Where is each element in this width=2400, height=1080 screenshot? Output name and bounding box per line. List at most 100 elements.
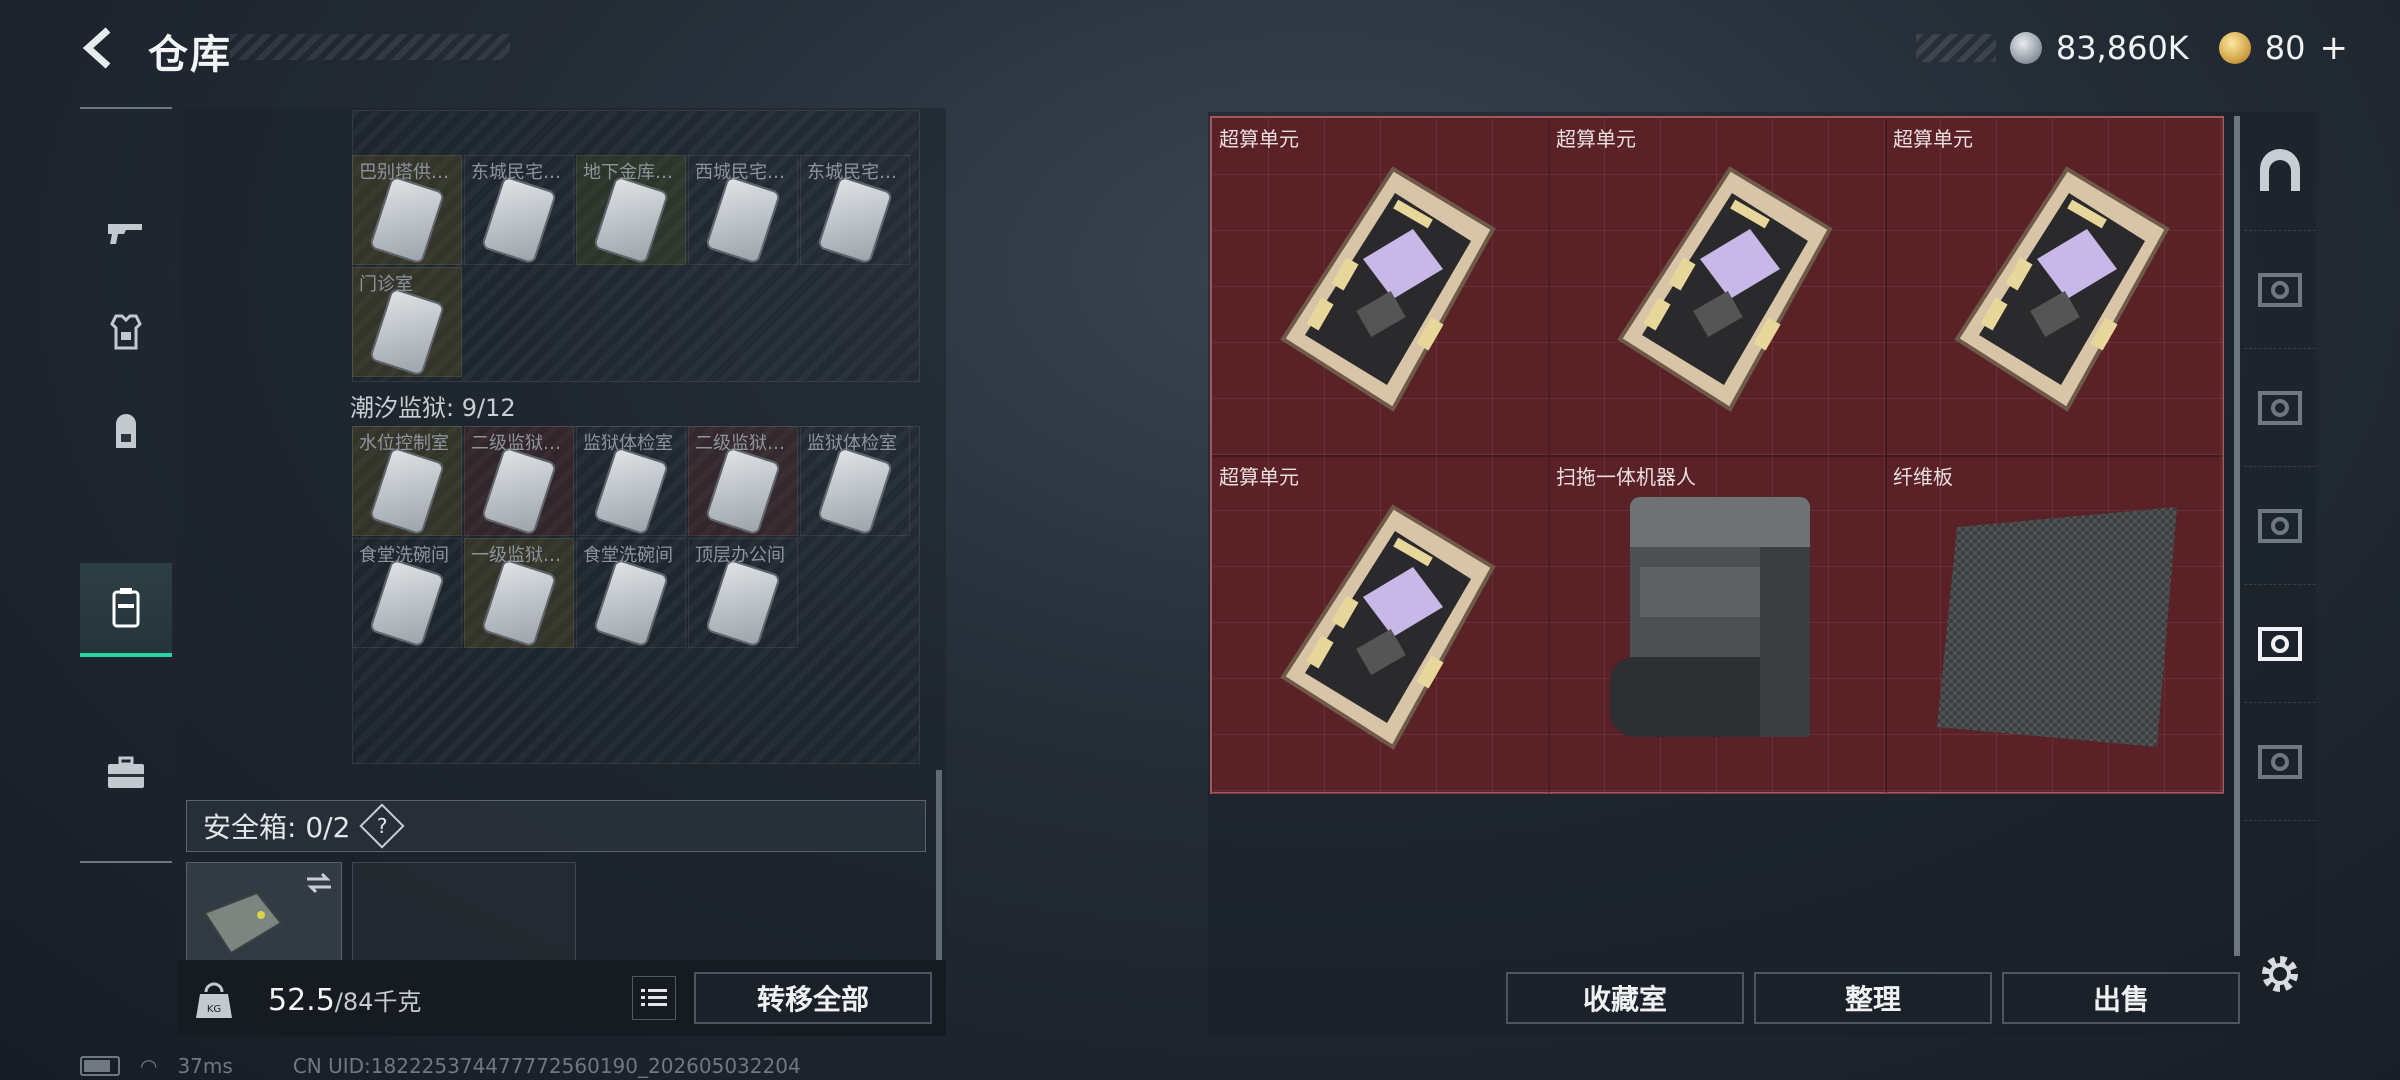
keycard-slot[interactable]: 食堂洗碗间 <box>352 538 462 648</box>
tab-main-container[interactable] <box>2244 112 2316 231</box>
keycard-label: 西城民宅… <box>695 162 785 183</box>
keycard-icon <box>592 558 670 647</box>
keycard-icon <box>704 175 782 264</box>
help-button[interactable]: ? <box>359 803 406 849</box>
armor-vest-icon <box>110 314 142 350</box>
keycard-slot[interactable]: 二级监狱… <box>688 426 798 536</box>
add-currency-button[interactable]: + <box>2320 28 2349 68</box>
silver-amount: 83,860K <box>2055 29 2189 67</box>
keycard-icon <box>816 446 894 535</box>
gear-icon[interactable] <box>2256 950 2304 998</box>
keycard-label: 二级监狱… <box>695 433 785 454</box>
keycard-icon <box>592 175 670 264</box>
weight-icon: KG <box>196 982 232 1018</box>
briefcase-icon <box>108 756 144 788</box>
keycard-label: 一级监狱… <box>471 545 561 566</box>
keycard-label: 水位控制室 <box>359 433 449 454</box>
sort-button[interactable]: 整理 <box>1754 972 1992 1024</box>
keycard-icon <box>368 558 446 647</box>
item-slot[interactable]: 超算单元 <box>1549 118 1886 456</box>
tab-safe-3[interactable] <box>2244 466 2316 585</box>
storage-case-icon <box>112 588 140 628</box>
safe-icon <box>2258 745 2302 779</box>
keycard-group-1: 巴别塔供… 东城民宅… 地下金库… 西城民宅… 东城民宅… 门诊室 <box>352 155 918 380</box>
list-view-button[interactable] <box>632 976 676 1020</box>
item-slot[interactable]: 纤维板 <box>1886 456 2223 794</box>
keycard-icon <box>704 558 782 647</box>
keycard-label: 二级监狱… <box>471 433 561 454</box>
safe-icon <box>2258 627 2302 661</box>
uid: CN UID:182225374477772560190_20260503220… <box>292 1054 801 1078</box>
gold-coin-icon <box>2218 32 2251 64</box>
keycard-slot[interactable]: 食堂洗碗间 <box>576 538 686 648</box>
keycard-icon <box>368 446 446 535</box>
item-slot[interactable]: 扫拖一体机器人 <box>1549 456 1886 794</box>
safe-box-header: 安全箱: 0/2 ? <box>186 800 926 852</box>
secure-case-icon <box>203 891 283 955</box>
gun-icon <box>108 224 142 244</box>
safe-icon <box>2258 509 2302 543</box>
collection-room-button[interactable]: 收藏室 <box>1506 972 1744 1024</box>
tab-safe-1[interactable] <box>2244 230 2316 349</box>
keycard-label: 食堂洗碗间 <box>583 545 673 566</box>
safe-box-slot-1[interactable] <box>186 862 342 972</box>
keycard-slot[interactable]: 东城民宅… <box>464 155 574 265</box>
currency-decoration <box>1915 34 1996 62</box>
right-scrollbar[interactable] <box>2234 116 2240 956</box>
status-bar: ◠ 37ms CN UID:182225374477772560190_2026… <box>80 1054 801 1078</box>
back-arrow-icon[interactable] <box>78 26 122 70</box>
robot-vacuum-icon <box>1610 497 1810 737</box>
keycard-icon <box>480 558 558 647</box>
keycard-slot[interactable]: 二级监狱… <box>464 426 574 536</box>
keycard-slot[interactable]: 一级监狱… <box>464 538 574 648</box>
keycard-icon <box>480 446 558 535</box>
section-label: 潮汐监狱: 9/12 <box>350 394 516 422</box>
item-label: 超算单元 <box>1219 127 1299 151</box>
nav-weapons[interactable] <box>80 187 172 277</box>
item-slot[interactable]: 超算单元 <box>1212 118 1549 456</box>
safe-icon <box>2258 391 2302 425</box>
item-slot[interactable]: 超算单元 <box>1212 456 1549 794</box>
keycard-slot[interactable]: 巴别塔供… <box>352 155 462 265</box>
keycard-slot[interactable]: 门诊室 <box>352 267 462 377</box>
tab-safe-5[interactable] <box>2244 702 2316 821</box>
keycard-label: 东城民宅… <box>807 162 897 183</box>
keycard-icon <box>592 446 670 535</box>
swap-icon[interactable] <box>305 871 333 895</box>
page-title: 仓库 <box>148 32 232 78</box>
keycard-label: 东城民宅… <box>471 162 561 183</box>
keycard-slot[interactable]: 监狱体检室 <box>800 426 910 536</box>
keycard-slot[interactable]: 地下金库… <box>576 155 686 265</box>
keycard-label: 顶层办公间 <box>695 545 785 566</box>
keycard-slot[interactable]: 监狱体检室 <box>576 426 686 536</box>
item-slot[interactable]: 超算单元 <box>1886 118 2223 456</box>
keycard-label: 巴别塔供… <box>359 162 449 183</box>
safe-box-slot-2[interactable] <box>352 862 576 972</box>
safe-icon <box>2258 273 2302 307</box>
keycard-slot[interactable]: 西城民宅… <box>688 155 798 265</box>
nav-toolbox[interactable] <box>80 727 172 817</box>
backpack-icon <box>116 414 136 448</box>
keycard-slot[interactable]: 东城民宅… <box>800 155 910 265</box>
keycard-slot[interactable]: 水位控制室 <box>352 426 462 536</box>
tab-safe-2[interactable] <box>2244 348 2316 467</box>
nav-container[interactable] <box>80 563 172 657</box>
item-label: 纤维板 <box>1893 465 1953 489</box>
tab-safe-4-active[interactable] <box>2244 584 2316 703</box>
nav-armor[interactable] <box>80 287 172 377</box>
circuit-board-icon <box>1954 166 2170 412</box>
weight-current: 52.5 <box>268 983 335 1018</box>
left-nav <box>80 107 172 863</box>
nav-backpack[interactable] <box>80 387 172 477</box>
weight-max: /84千克 <box>334 988 422 1016</box>
left-scrollbar[interactable] <box>936 770 942 960</box>
transfer-all-button[interactable]: 转移全部 <box>694 972 932 1024</box>
sell-button[interactable]: 出售 <box>2002 972 2240 1024</box>
keycard-label: 监狱体检室 <box>583 433 673 454</box>
keycard-label: 地下金库… <box>583 162 673 183</box>
ping: 37ms <box>177 1054 233 1078</box>
safe-box-label: 安全箱: 0/2 <box>203 811 351 844</box>
keycard-slot[interactable]: 顶层办公间 <box>688 538 798 648</box>
keycard-label: 监狱体检室 <box>807 433 897 454</box>
battery-icon <box>80 1056 120 1076</box>
